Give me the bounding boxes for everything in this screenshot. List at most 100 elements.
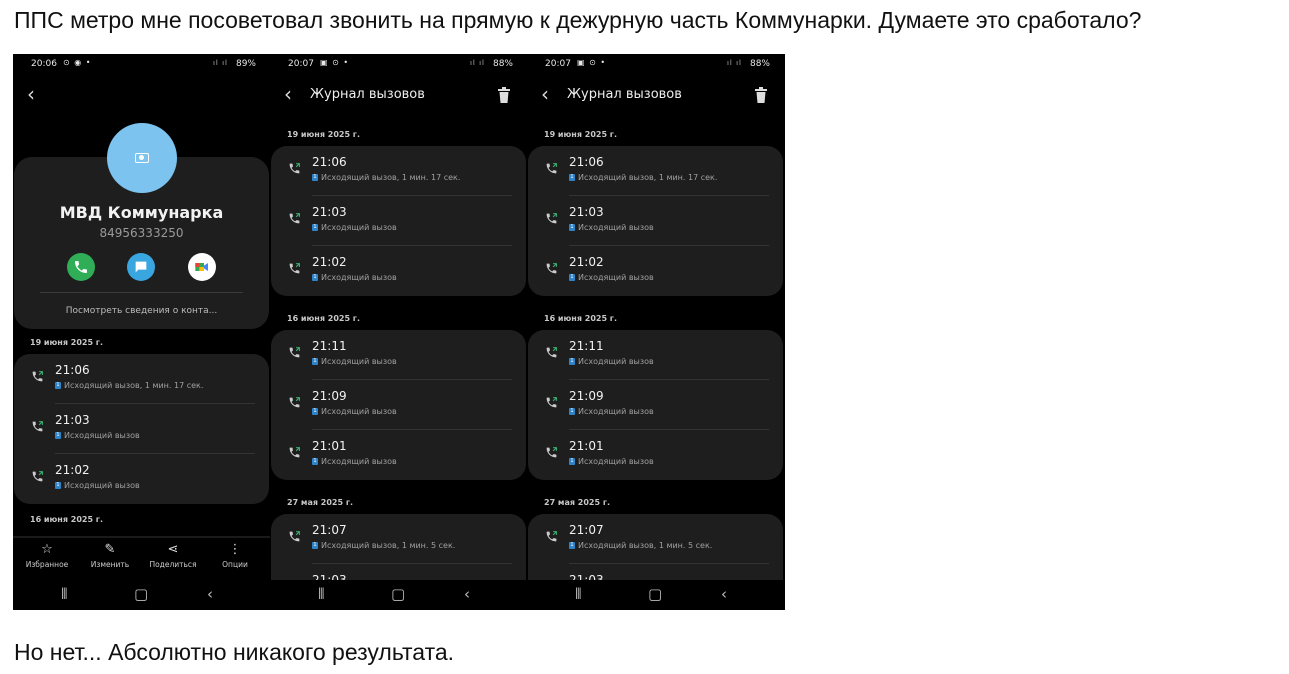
outgoing-call-icon [289, 163, 300, 174]
back-nav-icon[interactable]: ‹ [464, 585, 470, 603]
date-label: 19 июня 2025 г. [30, 338, 104, 347]
date-label: 27 мая 2025 г. [287, 498, 354, 507]
call-time: 21:11 [569, 339, 604, 353]
trash-icon[interactable] [497, 87, 511, 103]
call-description: Исходящий вызов [321, 273, 397, 282]
call-row[interactable]: 21:03 1 Исходящий вызов [14, 404, 269, 454]
call-row[interactable]: 21:06 1 Исходящий вызов, 1 мин. 17 сек. [271, 146, 526, 196]
home-icon[interactable]: ▢ [391, 585, 405, 603]
call-description: Исходящий вызов, 1 мин. 17 сек. [321, 173, 461, 182]
sim-icon: 1 [55, 482, 61, 489]
app-bar: ‹ [13, 82, 270, 108]
trash-icon[interactable] [754, 87, 768, 103]
call-row[interactable]: 21:07 1 Исходящий вызов, 1 мин. 5 сек. [271, 514, 526, 564]
call-time: 21:01 [312, 439, 347, 453]
call-row[interactable]: 21:01 1 Исходящий вызов [271, 430, 526, 480]
call-time: 21:07 [569, 523, 604, 537]
sim-icon: 1 [312, 408, 318, 415]
meet-icon [195, 263, 208, 271]
call-description: Исходящий вызов [64, 481, 140, 490]
video-call-button[interactable] [188, 253, 216, 281]
system-nav-bar: ⦀ ▢ ‹ [527, 580, 784, 610]
outgoing-call-icon [546, 397, 557, 408]
sim-icon: 1 [569, 408, 575, 415]
call-row[interactable]: 21:01 1 Исходящий вызов [528, 430, 783, 480]
call-time: 21:09 [569, 389, 604, 403]
phone-icon [75, 261, 87, 273]
battery-level: 88% [492, 59, 513, 69]
call-row[interactable]: 21:03 1Исходящий вызов [271, 196, 526, 246]
back-icon[interactable]: ‹ [284, 83, 304, 105]
call-time: 21:09 [312, 389, 347, 403]
post-headline: ППС метро мне посоветовал звонить на пря… [14, 7, 1142, 33]
chat-icon [135, 261, 147, 273]
star-icon: ☆ [41, 542, 53, 557]
avatar[interactable] [107, 123, 177, 193]
screenshots-collage: 20:06 ⊙ ◉ • ıl ıl 89% ‹ МВД Коммунарка 8… [13, 54, 785, 610]
date-label: 19 июня 2025 г. [544, 130, 618, 139]
recents-icon[interactable]: ⦀ [318, 585, 325, 603]
back-nav-icon[interactable]: ‹ [207, 585, 213, 603]
favorites-button[interactable]: ☆ Избранное [15, 542, 79, 569]
call-row[interactable]: 21:02 1 Исходящий вызов [528, 246, 783, 296]
sim-icon: 1 [312, 542, 318, 549]
date-label: 16 июня 2025 г. [287, 314, 361, 323]
call-description: Исходящий вызов [321, 407, 397, 416]
edit-button[interactable]: ✎ Изменить [78, 542, 142, 569]
recents-icon[interactable]: ⦀ [575, 585, 582, 603]
edit-label: Изменить [90, 560, 130, 569]
call-row[interactable]: 21:11 1 Исходящий вызов [271, 330, 526, 380]
options-button[interactable]: ⋮ Опции [203, 542, 267, 569]
call-row[interactable]: 21:11 1 Исходящий вызов [528, 330, 783, 380]
outgoing-call-icon [546, 347, 557, 358]
call-list-card: 21:06 1 Исходящий вызов, 1 мин. 17 сек. 21:… [271, 146, 526, 296]
home-icon[interactable]: ▢ [648, 585, 662, 603]
recents-icon[interactable]: ⦀ [61, 585, 68, 603]
contact-name: МВД Коммунарка [59, 203, 224, 222]
call-description: Исходящий вызов [578, 357, 654, 366]
outgoing-call-icon [289, 213, 300, 224]
call-description: Исходящий вызов, 1 мин. 5 сек. [578, 541, 713, 550]
call-description: Исходящий вызов [321, 357, 397, 366]
call-row[interactable]: 21:09 1 Исходящий вызов [528, 380, 783, 430]
call-time: 21:03 [55, 413, 90, 427]
share-icon: ⋖ [167, 542, 179, 557]
sim-icon: 1 [312, 224, 318, 231]
message-button[interactable] [127, 253, 155, 281]
call-row[interactable]: 21:06 1 Исходящий вызов, 1 мин. 17 сек. [528, 146, 783, 196]
call-row[interactable]: 21:02 1 Исходящий вызов [14, 454, 269, 504]
call-time: 21:02 [55, 463, 90, 477]
call-description: Исходящий вызов [578, 273, 654, 282]
call-description: Исходящий вызов [321, 223, 397, 232]
sim-icon: 1 [569, 542, 575, 549]
call-row[interactable]: 21:03 1Исходящий вызов [528, 196, 783, 246]
back-icon[interactable]: ‹ [541, 83, 561, 105]
sim-icon: 1 [569, 358, 575, 365]
call-time: 21:06 [312, 155, 347, 169]
back-icon[interactable]: ‹ [27, 83, 47, 105]
status-time: 20:07 [288, 59, 314, 69]
back-nav-icon[interactable]: ‹ [721, 585, 727, 603]
call-row[interactable]: 21:02 1 Исходящий вызов [271, 246, 526, 296]
date-label: 16 июня 2025 г. [544, 314, 618, 323]
call-row[interactable]: 21:06 1 Исходящий вызов, 1 мин. 17 сек. [14, 354, 269, 404]
call-button[interactable] [67, 253, 95, 281]
share-button[interactable]: ⋖ Поделиться [141, 542, 205, 569]
sim-icon: 1 [312, 358, 318, 365]
call-row[interactable]: 21:09 1 Исходящий вызов [271, 380, 526, 430]
favorites-label: Избранное [25, 560, 69, 569]
sim-icon: 1 [569, 174, 575, 181]
outgoing-call-icon [289, 347, 300, 358]
call-description: Исходящий вызов, 1 мин. 5 сек. [321, 541, 456, 550]
contact-number: 84956333250 [99, 226, 184, 240]
call-description: Исходящий вызов [578, 223, 654, 232]
status-time: 20:07 [545, 59, 571, 69]
call-row[interactable]: 21:07 1 Исходящий вызов, 1 мин. 5 сек. [528, 514, 783, 564]
status-notification-icons: ⊙ ◉ • [63, 58, 92, 67]
sim-icon: 1 [55, 382, 61, 389]
home-icon[interactable]: ▢ [134, 585, 148, 603]
call-description: Исходящий вызов, 1 мин. 17 сек. [578, 173, 718, 182]
call-time: 21:02 [569, 255, 604, 269]
date-label: 19 июня 2025 г. [287, 130, 361, 139]
view-contact-link[interactable]: Посмотреть сведения о конта... [13, 306, 270, 316]
